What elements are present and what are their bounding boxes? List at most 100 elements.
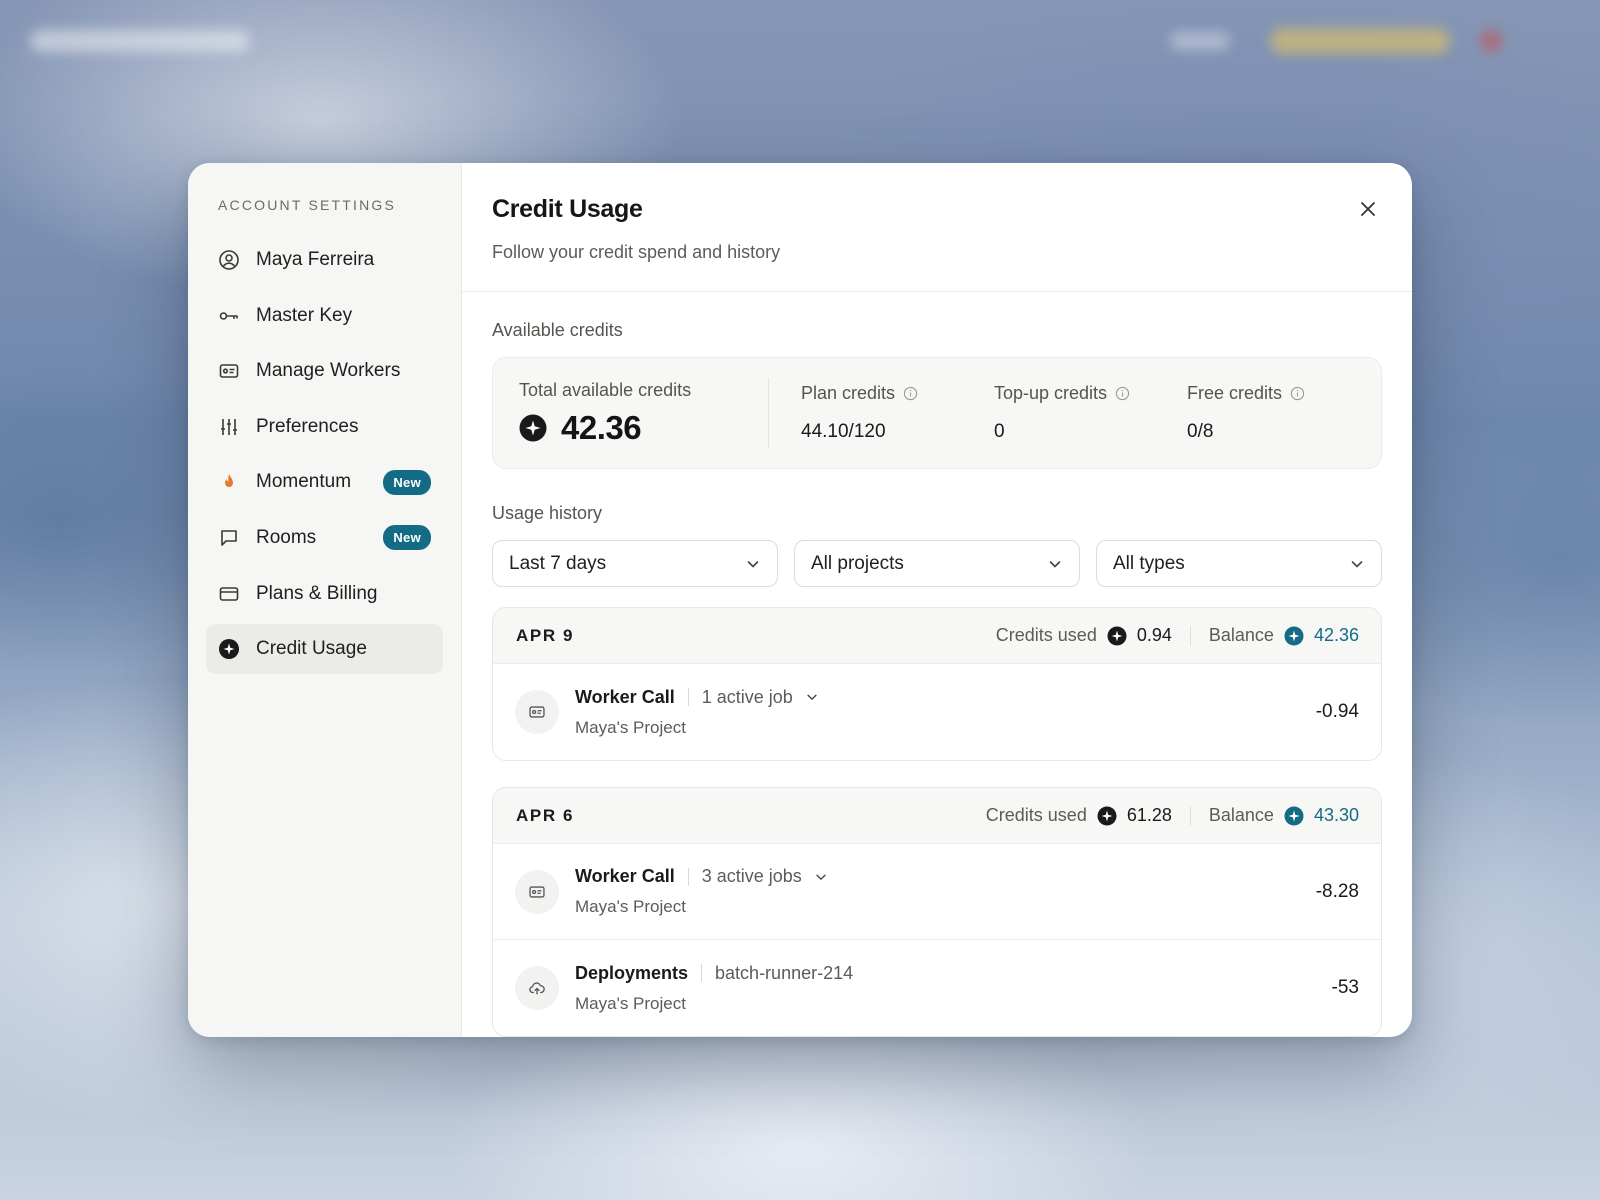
chevron-down-icon bbox=[747, 560, 759, 567]
usage-entry: Deployments batch-runner-214 Maya's Proj… bbox=[493, 940, 1381, 1036]
entry-meta: 3 active jobs bbox=[701, 866, 802, 886]
credit-icon bbox=[519, 414, 547, 442]
user-circle-icon bbox=[218, 249, 240, 271]
total-credits-label: Total available credits bbox=[519, 380, 692, 400]
entry-name: Worker Call bbox=[575, 866, 675, 886]
sidebar-item-label: Master Key bbox=[256, 304, 353, 326]
credit-usage-panel: Credit Usage Follow your credit spend an… bbox=[462, 163, 1412, 1037]
date-range-select[interactable]: Last 7 days bbox=[492, 540, 778, 587]
flame-icon bbox=[218, 471, 240, 493]
chevron-down-icon[interactable] bbox=[805, 690, 819, 704]
divider bbox=[701, 964, 703, 982]
credits-used-label: Credits used bbox=[995, 625, 1097, 645]
free-credits-label: Free credits bbox=[1187, 383, 1283, 403]
info-icon[interactable] bbox=[903, 386, 918, 401]
divider bbox=[687, 867, 689, 886]
panel-header: Credit Usage Follow your credit spend an… bbox=[462, 163, 1412, 292]
day-date: APR 6 bbox=[516, 805, 575, 825]
id-card-icon bbox=[515, 869, 559, 914]
info-icon[interactable] bbox=[1115, 386, 1130, 401]
settings-sidebar: ACCOUNT SETTINGS Maya Ferreira Master Ke… bbox=[188, 163, 462, 1037]
chevron-down-icon bbox=[1049, 560, 1061, 567]
sidebar-item-preferences[interactable]: Preferences bbox=[206, 402, 443, 452]
free-credits-value: 0/8 bbox=[1187, 421, 1214, 442]
entry-amount: -8.28 bbox=[1315, 880, 1359, 902]
page-subtitle: Follow your credit spend and history bbox=[492, 242, 781, 262]
sidebar-item-momentum[interactable]: Momentum New bbox=[206, 457, 443, 507]
sidebar-title: ACCOUNT SETTINGS bbox=[218, 197, 397, 213]
sparkle-credit-icon bbox=[218, 638, 240, 660]
project-select[interactable]: All projects bbox=[794, 540, 1080, 587]
close-icon bbox=[1361, 202, 1375, 216]
sidebar-item-profile[interactable]: Maya Ferreira bbox=[206, 235, 443, 285]
sidebar-item-label: Maya Ferreira bbox=[256, 249, 375, 270]
sidebar-item-label: Credit Usage bbox=[256, 638, 367, 660]
entry-project: Maya's Project bbox=[575, 897, 686, 916]
account-settings-modal: ACCOUNT SETTINGS Maya Ferreira Master Ke… bbox=[188, 163, 1412, 1037]
credits-used-value: 61.28 bbox=[1126, 805, 1172, 825]
day-stats: Credits used 61.28 Balance 43.30 bbox=[986, 805, 1359, 826]
sidebar-item-label: Manage Workers bbox=[256, 360, 401, 382]
info-icon[interactable] bbox=[1290, 386, 1305, 401]
plan-credits-label: Plan credits bbox=[801, 383, 896, 403]
sidebar-item-label: Preferences bbox=[256, 415, 359, 437]
type-select[interactable]: All types bbox=[1096, 540, 1382, 587]
balance-label: Balance bbox=[1208, 625, 1274, 645]
balance-value: 42.36 bbox=[1313, 625, 1359, 645]
chevron-down-icon bbox=[1351, 560, 1363, 567]
topup-credits-metric: Top-up credits 0 bbox=[994, 383, 1154, 443]
day-header: APR 9 Credits used 0.94 Balance 42.36 bbox=[493, 608, 1381, 664]
balance-value: 43.30 bbox=[1313, 805, 1359, 825]
sidebar-item-manage-workers[interactable]: Manage Workers bbox=[206, 346, 443, 396]
balance-label: Balance bbox=[1208, 805, 1274, 825]
sidebar-item-rooms[interactable]: Rooms New bbox=[206, 513, 443, 563]
entry-meta: batch-runner-214 bbox=[715, 962, 854, 983]
free-credits-metric: Free credits 0/8 bbox=[1187, 383, 1347, 443]
id-card-icon bbox=[218, 360, 240, 382]
sidebar-item-label: Momentum bbox=[256, 471, 352, 493]
usage-history-label: Usage history bbox=[492, 503, 603, 523]
entry-amount: -0.94 bbox=[1315, 701, 1359, 722]
blurred-background-toolbar bbox=[30, 24, 1570, 58]
day-group: APR 9 Credits used 0.94 Balance 42.36 Wo… bbox=[492, 607, 1382, 761]
close-button[interactable] bbox=[1354, 195, 1382, 223]
new-badge: New bbox=[383, 525, 431, 551]
sidebar-item-label: Plans & Billing bbox=[256, 582, 378, 604]
credits-used-label: Credits used bbox=[985, 805, 1087, 825]
divider bbox=[687, 688, 689, 706]
id-card-icon bbox=[515, 690, 559, 734]
sidebar-item-plans-billing[interactable]: Plans & Billing bbox=[206, 569, 443, 619]
chat-bubble-icon bbox=[218, 527, 240, 549]
topup-credits-value: 0 bbox=[994, 421, 1005, 442]
chevron-down-icon[interactable] bbox=[814, 870, 828, 884]
type-value: All types bbox=[1113, 552, 1185, 574]
topup-credits-label: Top-up credits bbox=[994, 383, 1108, 403]
day-stats: Credits used 0.94 Balance 42.36 bbox=[996, 625, 1359, 646]
credit-card-icon bbox=[218, 583, 240, 605]
available-credits-label: Available credits bbox=[492, 320, 623, 340]
total-credits-number: 42.36 bbox=[561, 409, 642, 446]
day-group: APR 6 Credits used 61.28 Balance 43.30 W… bbox=[492, 787, 1382, 1037]
sidebar-item-label: Rooms bbox=[256, 526, 317, 548]
entry-name: Worker Call bbox=[575, 686, 675, 707]
entry-project: Maya's Project bbox=[575, 993, 686, 1013]
total-credits-block: Total available credits 42.36 bbox=[519, 378, 769, 448]
history-filters: Last 7 days All projects All types bbox=[492, 540, 1382, 587]
sidebar-item-credit-usage[interactable]: Credit Usage bbox=[206, 624, 443, 675]
key-icon bbox=[218, 305, 240, 327]
panel-body: Available credits Total available credit… bbox=[462, 292, 1412, 1037]
entry-name: Deployments bbox=[575, 962, 689, 983]
balance-credit-icon bbox=[1284, 806, 1304, 825]
day-header: APR 6 Credits used 61.28 Balance 43.30 bbox=[493, 788, 1381, 844]
date-range-value: Last 7 days bbox=[509, 552, 607, 574]
new-badge: New bbox=[383, 469, 431, 495]
day-date: APR 9 bbox=[516, 625, 575, 645]
page-title: Credit Usage bbox=[492, 195, 643, 223]
plan-credits-metric: Plan credits 44.10/120 bbox=[801, 383, 961, 443]
sidebar-item-master-key[interactable]: Master Key bbox=[206, 291, 443, 341]
entry-meta: 1 active job bbox=[701, 686, 793, 707]
entry-project: Maya's Project bbox=[575, 717, 686, 737]
project-value: All projects bbox=[811, 552, 904, 574]
sliders-icon bbox=[218, 416, 240, 438]
usage-entry: Worker Call 3 active jobs Maya's Project… bbox=[493, 844, 1381, 940]
